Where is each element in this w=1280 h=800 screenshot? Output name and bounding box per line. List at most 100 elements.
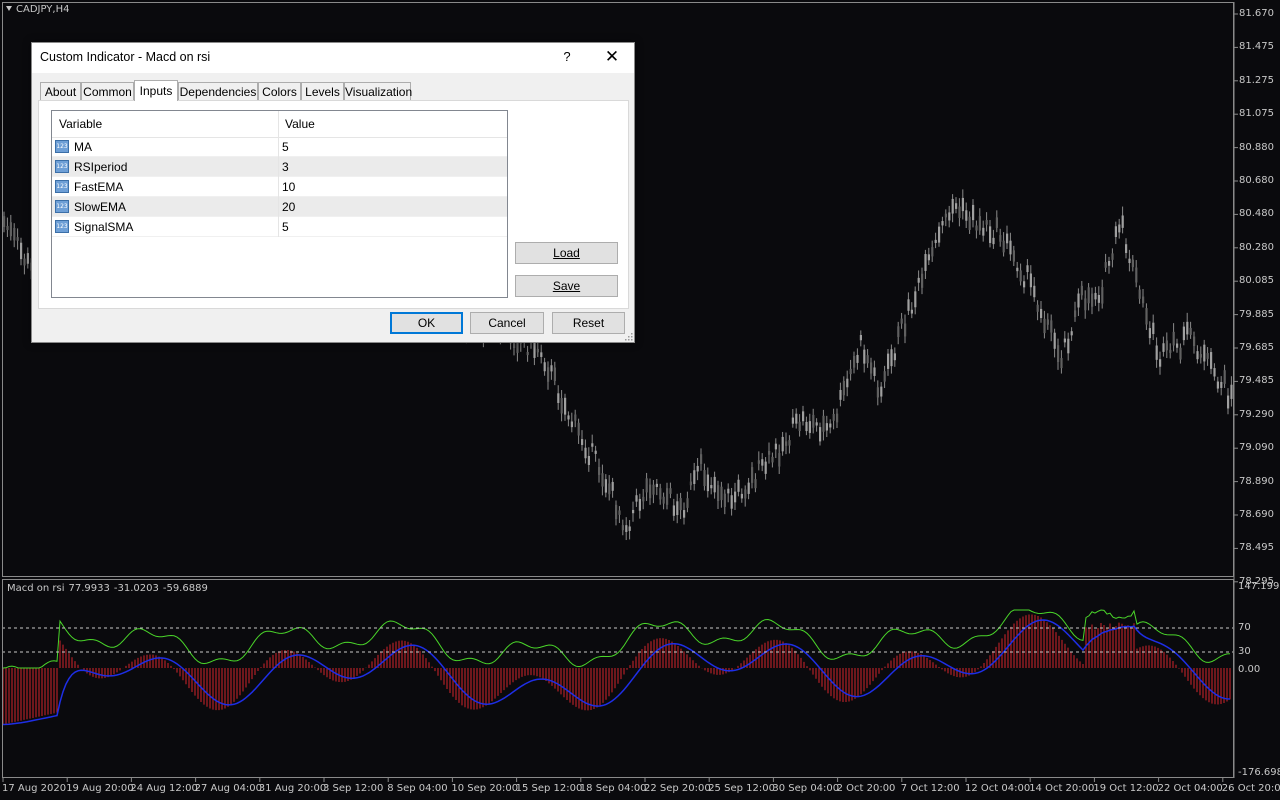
candle: [951, 198, 954, 214]
candle: [802, 411, 805, 422]
close-icon[interactable]: ✕: [597, 43, 627, 71]
time-axis-label: 26 Oct 20:00: [1221, 783, 1280, 794]
candle: [655, 483, 658, 487]
tab-levels[interactable]: Levels: [301, 82, 344, 100]
candle: [904, 323, 907, 337]
candle: [533, 341, 536, 358]
price-axis-label: 80.880: [1239, 141, 1274, 153]
tab-dependencies[interactable]: Dependencies: [178, 82, 258, 100]
time-axis-label: 30 Sep 04:00: [772, 783, 840, 794]
candle: [23, 258, 26, 266]
candle: [3, 216, 6, 228]
load-button[interactable]: Load: [515, 242, 618, 264]
candle: [1210, 352, 1213, 369]
candle: [1091, 293, 1094, 307]
candle: [1142, 296, 1145, 304]
variable-value[interactable]: 5: [282, 140, 289, 154]
candle: [536, 348, 539, 353]
candle: [1131, 259, 1134, 268]
candle: [584, 447, 587, 459]
candle: [921, 273, 924, 288]
tab-inputs[interactable]: Inputs: [134, 80, 178, 101]
table-row[interactable]: 123 SlowEMA 20: [52, 197, 507, 217]
table-row[interactable]: 123 SignalSMA 5: [52, 217, 507, 237]
column-divider: [278, 197, 279, 217]
indicator-axis-zero: 0.00: [1238, 664, 1261, 675]
candle: [557, 393, 560, 403]
candle: [927, 254, 930, 261]
variable-value[interactable]: 3: [282, 160, 289, 174]
tab-common[interactable]: Common: [81, 82, 134, 100]
candle: [887, 353, 890, 369]
candle: [1128, 258, 1131, 264]
price-axis-label: 78.890: [1239, 475, 1274, 487]
candle: [526, 351, 529, 356]
tab-about[interactable]: About: [40, 82, 81, 100]
candle: [836, 413, 839, 423]
candle: [1111, 253, 1114, 260]
candle: [591, 443, 594, 447]
candle: [635, 495, 638, 502]
candle: [706, 474, 709, 492]
time-axis-label: 15 Sep 12:00: [515, 783, 583, 794]
candle: [1060, 358, 1063, 369]
tab-colors[interactable]: Colors: [258, 82, 301, 100]
symbol-label[interactable]: CADJPY,H4: [6, 4, 69, 15]
candle: [686, 498, 689, 508]
candle: [662, 496, 665, 504]
save-button[interactable]: Save: [515, 275, 618, 297]
column-value[interactable]: Value: [285, 117, 315, 131]
candle: [975, 225, 978, 231]
candle: [1046, 319, 1049, 325]
candle: [1189, 327, 1192, 335]
candle: [1063, 338, 1066, 343]
reset-button[interactable]: Reset: [552, 312, 625, 334]
candle: [900, 318, 903, 324]
candle: [914, 291, 917, 308]
candle: [1227, 395, 1230, 409]
candle: [567, 415, 570, 420]
price-axis-label: 79.885: [1239, 308, 1274, 320]
candle: [815, 422, 818, 426]
candle: [676, 501, 679, 516]
candle: [1145, 308, 1148, 325]
candle: [948, 212, 951, 221]
table-row[interactable]: 123 MA 5: [52, 137, 507, 157]
candle: [581, 439, 584, 445]
candle: [553, 367, 556, 382]
help-button[interactable]: ?: [552, 43, 582, 71]
candle: [679, 498, 682, 511]
cancel-button[interactable]: Cancel: [470, 312, 544, 334]
candle: [26, 253, 29, 264]
variable-value[interactable]: 10: [282, 180, 295, 194]
price-axis-label: 78.690: [1239, 509, 1274, 520]
inputs-grid: Variable Value 123 MA 5 123 RSIperiod 3 …: [51, 110, 508, 298]
candle: [761, 459, 764, 466]
resize-grip-icon[interactable]: [625, 333, 633, 341]
candle: [873, 367, 876, 376]
candle: [989, 226, 992, 243]
candle: [978, 216, 981, 231]
candle: [1067, 338, 1070, 354]
candle: [547, 367, 550, 382]
variable-value[interactable]: 20: [282, 200, 295, 214]
candle: [1097, 294, 1100, 303]
variable-value[interactable]: 5: [282, 220, 289, 234]
candle: [717, 485, 720, 502]
table-row[interactable]: 123 FastEMA 10: [52, 177, 507, 197]
dropdown-arrow-icon[interactable]: [6, 6, 12, 11]
table-row[interactable]: 123 RSIperiod 3: [52, 157, 507, 177]
column-variable[interactable]: Variable: [59, 117, 102, 131]
tab-visualization[interactable]: Visualization: [344, 82, 412, 100]
column-divider[interactable]: [278, 111, 279, 137]
candle: [6, 225, 9, 231]
indicator-value-2: -31.0203: [113, 583, 159, 594]
candle: [723, 493, 726, 507]
candle: [1230, 384, 1233, 399]
candle: [778, 453, 781, 467]
number-icon: 123: [55, 180, 69, 193]
time-axis-label: 2 Oct 20:00: [836, 783, 896, 794]
ok-button[interactable]: OK: [390, 312, 463, 334]
dialog-titlebar[interactable]: Custom Indicator - Macd on rsi ? ✕: [32, 43, 634, 73]
candle: [795, 413, 798, 424]
